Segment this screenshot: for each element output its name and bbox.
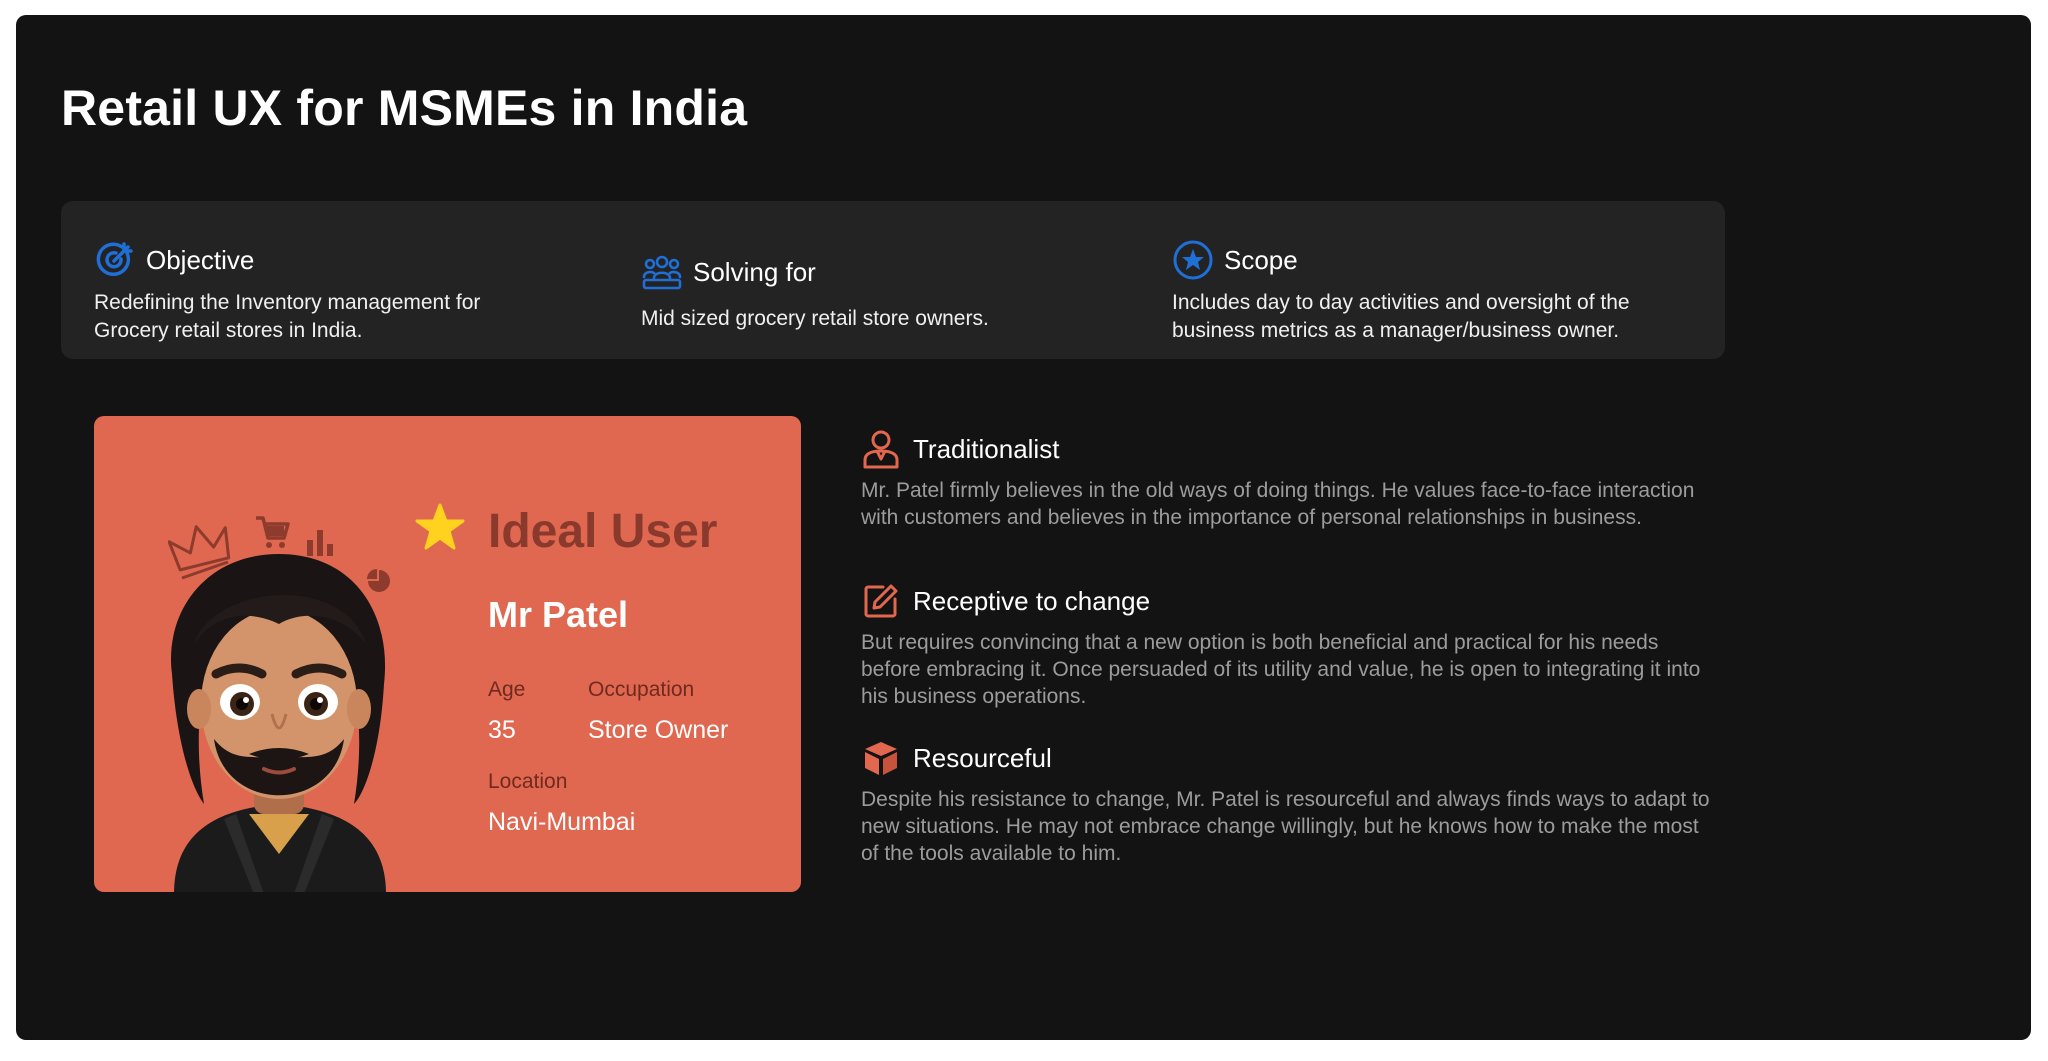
- person-icon: [861, 429, 901, 469]
- trait-resourceful: Resourceful Despite his resistance to ch…: [861, 738, 1711, 867]
- location-value: Navi-Mumbai: [488, 808, 636, 836]
- objective-block: Objective Redefining the Inventory manag…: [94, 239, 554, 345]
- location-label: Location: [488, 770, 568, 793]
- solving-for-title: Solving for: [693, 256, 816, 287]
- star-circle-icon: [1172, 239, 1214, 281]
- age-label: Age: [488, 678, 526, 701]
- target-icon: [94, 239, 136, 281]
- trait-description: But requires convincing that a new optio…: [861, 631, 1701, 708]
- scope-block: Scope Includes day to day activities and…: [1172, 239, 1692, 345]
- scope-text: Includes day to day activities and overs…: [1172, 291, 1630, 342]
- trait-title: Receptive to change: [913, 585, 1151, 616]
- occupation-value: Store Owner: [588, 716, 729, 744]
- page-title: Retail UX for MSMEs in India: [61, 80, 748, 136]
- edit-icon: [861, 581, 901, 621]
- star-icon: [415, 503, 465, 550]
- objective-title: Objective: [146, 244, 255, 275]
- ideal-user-label: Ideal User: [488, 505, 718, 558]
- persona-slide: Retail UX for MSMEs in India Objective R…: [16, 15, 2031, 1040]
- age-value: 35: [488, 716, 516, 744]
- info-panel: Objective Redefining the Inventory manag…: [61, 201, 1725, 359]
- trait-title: Traditionalist: [913, 433, 1060, 464]
- trait-title: Resourceful: [913, 742, 1052, 773]
- trait-receptive: Receptive to change But requires convinc…: [861, 581, 1711, 710]
- objective-text: Redefining the Inventory management for …: [94, 291, 481, 342]
- occupation-label: Occupation: [588, 678, 695, 701]
- solving-for-text: Mid sized grocery retail store owners.: [641, 307, 989, 330]
- trait-description: Despite his resistance to change, Mr. Pa…: [861, 788, 1710, 865]
- users-group-icon: [641, 251, 683, 293]
- trait-description: Mr. Patel firmly believes in the old way…: [861, 479, 1695, 529]
- avatar: [170, 554, 386, 892]
- box-icon: [861, 738, 901, 778]
- scope-title: Scope: [1224, 244, 1298, 275]
- trait-traditionalist: Traditionalist Mr. Patel firmly believes…: [861, 429, 1711, 531]
- solving-for-block: Solving for Mid sized grocery retail sto…: [641, 251, 1101, 333]
- persona-name: Mr Patel: [488, 594, 629, 635]
- persona-card: Ideal User Mr Patel Age 35 Occupation St…: [94, 416, 801, 892]
